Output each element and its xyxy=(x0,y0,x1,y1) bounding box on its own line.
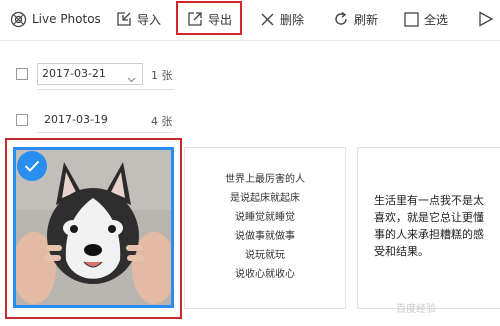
selected-check-icon[interactable] xyxy=(17,151,47,181)
export-label: 导出 xyxy=(208,12,233,27)
card-line: 说睡觉就睡觉 xyxy=(235,212,295,223)
photo-thumbnail[interactable]: 生活里有一点我不是太 喜欢，就是它总让更懂 事的人来承担糟糕的感 受和结果。 xyxy=(357,147,500,309)
delete-button[interactable]: 删除 xyxy=(260,0,304,38)
checkbox-icon xyxy=(404,11,419,27)
photo-count: 1 张 xyxy=(151,69,173,82)
live-photos-label: Live Photos xyxy=(32,12,101,26)
refresh-icon xyxy=(333,11,349,27)
card-line: 是说起床就起床 xyxy=(230,193,300,204)
delete-label: 删除 xyxy=(280,12,305,27)
select-all-label: 全选 xyxy=(424,12,449,27)
card-line: 世界上最厉害的人 xyxy=(225,174,305,185)
card-line: 喜欢，就是它总让更懂 xyxy=(374,211,484,224)
card-text: 世界上最厉害的人 是说起床就起床 说睡觉就睡觉 说做事就做事 说玩就玩 说收心就… xyxy=(185,170,345,284)
export-button[interactable]: 导出 xyxy=(187,0,232,38)
card-line: 受和结果。 xyxy=(374,245,429,258)
watermark: 百度经验 xyxy=(396,304,436,315)
live-photos-icon xyxy=(10,11,27,28)
group-checkbox[interactable] xyxy=(16,68,28,80)
play-button[interactable] xyxy=(478,0,494,38)
date-select-value: 2017-03-21 xyxy=(42,67,106,80)
date-select[interactable]: 2017-03-21 xyxy=(37,63,143,85)
import-button[interactable]: 导入 xyxy=(116,0,161,38)
export-icon xyxy=(187,11,203,27)
photo-count: 4 张 xyxy=(151,115,173,128)
card-line: 说玩就玩 xyxy=(245,250,285,261)
photo-thumbnail[interactable]: 世界上最厉害的人 是说起床就起床 说睡觉就睡觉 说做事就做事 说玩就玩 说收心就… xyxy=(184,147,346,309)
play-icon xyxy=(478,11,494,27)
divider xyxy=(37,132,174,133)
select-all-button[interactable]: 全选 xyxy=(404,0,448,38)
card-line: 说收心就收心 xyxy=(235,269,295,280)
card-text: 生活里有一点我不是太 喜欢，就是它总让更懂 事的人来承担糟糕的感 受和结果。 xyxy=(374,192,484,260)
import-icon xyxy=(116,11,132,27)
card-line: 事的人来承担糟糕的感 xyxy=(374,228,484,241)
group-checkbox[interactable] xyxy=(16,114,28,126)
import-label: 导入 xyxy=(137,12,162,27)
card-line: 说做事就做事 xyxy=(235,231,295,242)
close-icon xyxy=(260,12,275,27)
refresh-button[interactable]: 刷新 xyxy=(333,0,378,38)
toolbar: Live Photos 导入 导出 删除 刷新 全选 xyxy=(0,0,500,41)
chevron-down-icon xyxy=(127,70,136,90)
divider xyxy=(37,89,174,90)
group-date: 2017-03-19 xyxy=(44,113,108,126)
live-photos-button[interactable]: Live Photos xyxy=(10,0,101,38)
card-line: 生活里有一点我不是太 xyxy=(374,194,484,207)
refresh-label: 刷新 xyxy=(354,12,379,27)
